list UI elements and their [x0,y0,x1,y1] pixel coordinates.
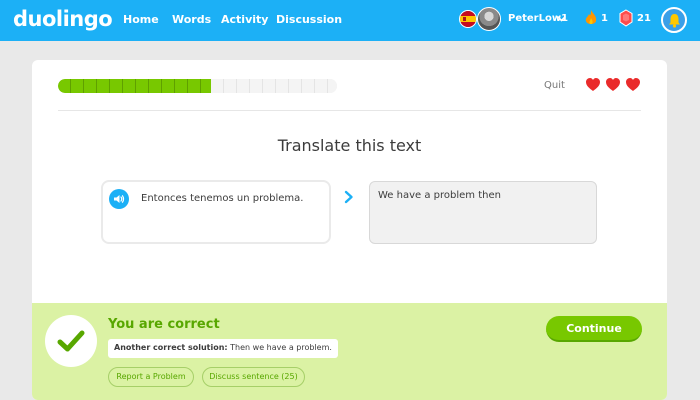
nav-link-activity[interactable]: Activity [221,13,268,26]
gem-icon[interactable] [619,9,633,27]
quit-button[interactable]: Quit [544,80,565,91]
checkmark-icon [57,330,85,352]
progress-remaining [211,79,337,93]
speaker-icon [114,195,125,203]
heart-icon [626,78,640,91]
heart-icon [586,78,600,91]
flame-icon[interactable] [584,9,598,27]
bell-icon [669,14,680,28]
answer-text: We have a problem then [378,190,501,201]
speaker-button[interactable] [109,189,129,209]
exercise-title: Translate this text [277,136,422,155]
hearts [585,77,641,92]
lesson-card: Quit Translate this text Entonces tenemo… [32,60,667,400]
nav-link-discussion[interactable]: Discussion [276,13,342,26]
streak-count: 1 [601,13,608,24]
lesson-progress-bar [58,79,337,93]
success-badge [45,315,97,367]
heart-icon [606,78,620,91]
nav-link-words[interactable]: Words [172,13,211,26]
answer-textarea[interactable]: We have a problem then [369,181,597,244]
notifications-button[interactable] [661,7,687,33]
gem-count: 21 [637,13,651,24]
source-sentence: Entonces tenemos un problema. [141,193,304,204]
report-problem-button[interactable]: Report a Problem [108,367,194,387]
solution-text: Then we have a problem. [230,343,332,352]
feedback-panel: You are correct Another correct solution… [32,303,667,400]
chevron-down-icon[interactable] [556,13,567,24]
chevron-right-icon [344,190,353,204]
source-sentence-box: Entonces tenemos un problema. [101,180,331,244]
alternate-solution: Another correct solution: Then we have a… [108,339,338,358]
continue-button[interactable]: Continue [546,316,642,342]
spain-flag-icon[interactable] [459,10,477,28]
progress-fill [58,79,211,93]
nav-link-home[interactable]: Home [123,13,159,26]
solution-label: Another correct solution: [114,343,228,352]
divider [58,110,641,111]
discuss-sentence-button[interactable]: Discuss sentence (25) [202,367,305,387]
duolingo-logo[interactable]: duolingo [13,7,113,31]
feedback-status: You are correct [108,317,220,332]
top-nav: duolingo Home Words Activity Discussion … [0,0,700,41]
avatar[interactable] [477,7,501,31]
